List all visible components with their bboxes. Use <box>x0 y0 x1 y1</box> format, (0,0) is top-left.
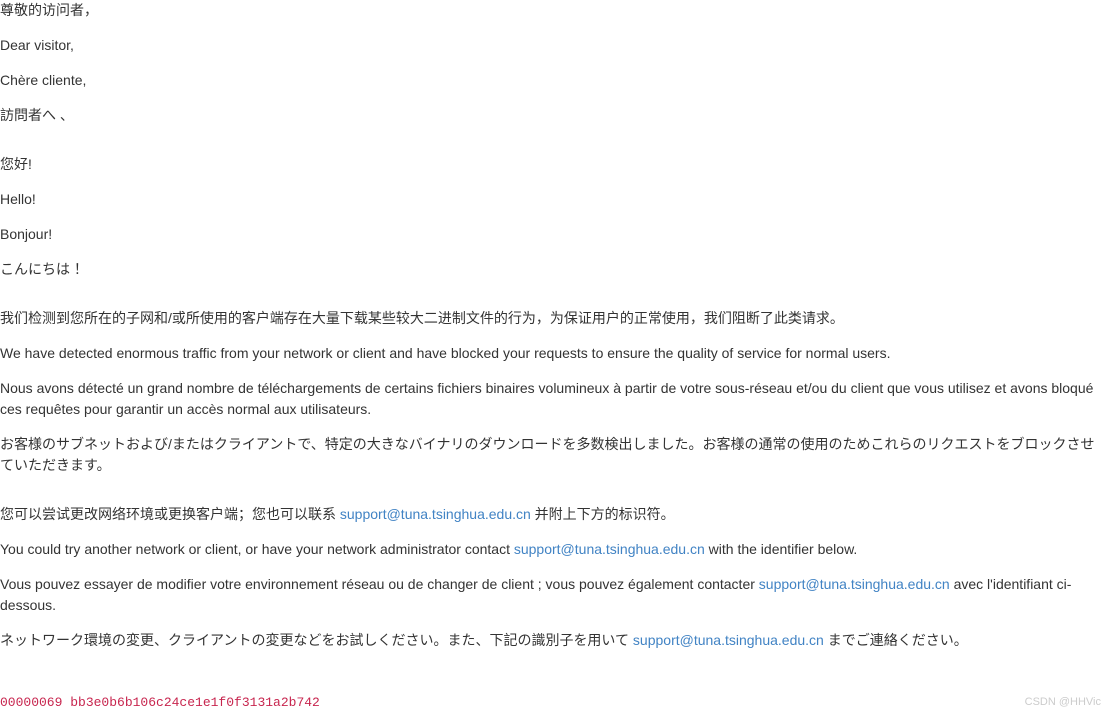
hello-en: Hello! <box>0 189 1105 210</box>
greeting-fr: Chère cliente, <box>0 70 1105 91</box>
greeting-ja: 訪問者へ 、 <box>0 105 1105 126</box>
hello-ja: こんにちは ！ <box>0 259 1105 280</box>
support-email-link-en[interactable]: support@tuna.tsinghua.edu.cn <box>514 541 705 557</box>
detection-zh: 我们检测到您所在的子网和/或所使用的客户端存在大量下载某些较大二进制文件的行为，… <box>0 308 1105 329</box>
hello-fr: Bonjour! <box>0 224 1105 245</box>
suggestion-en: You could try another network or client,… <box>0 539 1105 560</box>
suggestion-ja: ネットワーク環境の変更、クライアントの変更などをお試しください。また、下記の識別… <box>0 630 1105 651</box>
suggestion-fr: Vous pouvez essayer de modifier votre en… <box>0 574 1105 616</box>
detection-ja: お客様のサブネットおよび/またはクライアントで、特定の大きなバイナリのダウンロー… <box>0 434 1105 476</box>
detection-fr: Nous avons détecté un grand nombre de té… <box>0 378 1105 420</box>
suggestion-zh: 您可以尝试更改网络环境或更换客户端；您也可以联系 support@tuna.ts… <box>0 504 1105 525</box>
hello-zh: 您好! <box>0 154 1105 175</box>
greeting-zh: 尊敬的访问者， <box>0 0 1105 21</box>
support-email-link-fr[interactable]: support@tuna.tsinghua.edu.cn <box>759 576 950 592</box>
watermark: CSDN @HHVic <box>1025 694 1101 711</box>
support-email-link-ja[interactable]: support@tuna.tsinghua.edu.cn <box>633 632 824 648</box>
greeting-en: Dear visitor, <box>0 35 1105 56</box>
support-email-link-zh[interactable]: support@tuna.tsinghua.edu.cn <box>340 506 531 522</box>
detection-en: We have detected enormous traffic from y… <box>0 343 1105 364</box>
request-identifier: 00000069 bb3e0b6b106c24ce1e1f0f3131a2b74… <box>0 693 1105 713</box>
